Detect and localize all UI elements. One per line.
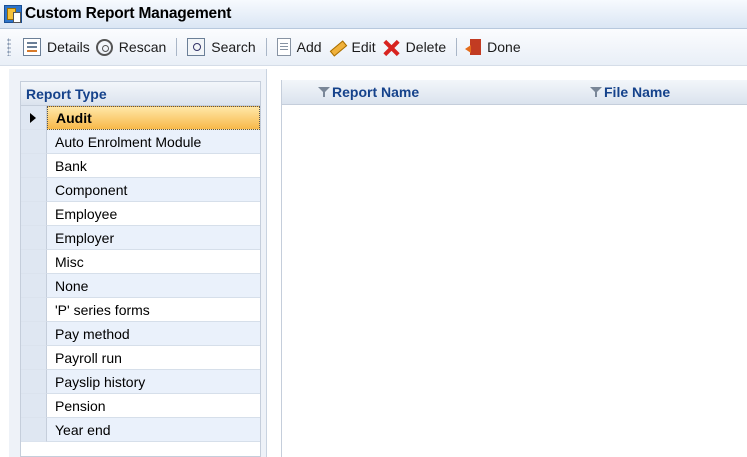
- column-report-name[interactable]: Report Name: [318, 80, 419, 104]
- row-selector[interactable]: [21, 202, 47, 226]
- report-type-label: Audit: [47, 106, 260, 130]
- delete-button[interactable]: Delete: [379, 34, 449, 60]
- report-type-row[interactable]: Bank: [21, 154, 260, 178]
- report-type-row[interactable]: Auto Enrolment Module: [21, 130, 260, 154]
- row-selector[interactable]: [21, 274, 47, 298]
- column-file-name-label: File Name: [604, 84, 671, 100]
- toolbar-separator: [265, 38, 267, 56]
- column-report-name-label: Report Name: [332, 84, 420, 100]
- report-type-row[interactable]: Pension: [21, 394, 260, 418]
- done-label: Done: [487, 39, 521, 55]
- search-icon: [187, 38, 206, 56]
- report-type-label: Component: [47, 178, 260, 202]
- toolbar-separator: [456, 38, 458, 56]
- toolbar: Details Rescan Search Add Edit Delete Do…: [0, 29, 747, 66]
- row-selector[interactable]: [21, 226, 47, 250]
- report-type-label: Employee: [47, 202, 260, 226]
- report-type-row[interactable]: Misc: [21, 250, 260, 274]
- row-selector[interactable]: [21, 298, 47, 322]
- toolbar-grip[interactable]: [7, 38, 11, 56]
- report-type-rows: Audit Auto Enrolment Module Bank Component E…: [21, 106, 260, 442]
- add-label: Add: [296, 39, 322, 55]
- delete-label: Delete: [405, 39, 447, 55]
- report-type-grid[interactable]: Report Type Audit Auto Enrolment Module Ba…: [20, 81, 261, 457]
- column-file-name[interactable]: File Name: [590, 80, 670, 104]
- report-type-label: Year end: [47, 418, 260, 442]
- report-type-label: Auto Enrolment Module: [47, 130, 260, 154]
- report-type-row[interactable]: Year end: [21, 418, 260, 442]
- report-type-label: Misc: [47, 250, 260, 274]
- exit-door-icon: [465, 39, 482, 55]
- row-selector[interactable]: [21, 394, 47, 418]
- report-type-label: Pension: [47, 394, 260, 418]
- report-type-row[interactable]: Payslip history: [21, 370, 260, 394]
- add-button[interactable]: Add: [274, 34, 325, 60]
- edit-button[interactable]: Edit: [325, 34, 379, 60]
- report-type-label: Payroll run: [47, 346, 260, 370]
- report-type-row[interactable]: Employee: [21, 202, 260, 226]
- delete-icon: [382, 38, 400, 56]
- row-selector[interactable]: [21, 250, 47, 274]
- report-type-row[interactable]: Pay method: [21, 322, 260, 346]
- app-icon: [4, 5, 22, 23]
- row-selector[interactable]: [21, 346, 47, 370]
- row-selector[interactable]: [21, 106, 47, 130]
- window-title: Custom Report Management: [25, 5, 232, 22]
- report-type-row[interactable]: Payroll run: [21, 346, 260, 370]
- toolbar-separator: [176, 38, 178, 56]
- rescan-icon: [95, 38, 113, 56]
- report-type-label: Pay method: [47, 322, 260, 346]
- report-type-label: None: [47, 274, 260, 298]
- report-type-row[interactable]: Employer: [21, 226, 260, 250]
- report-type-row[interactable]: Component: [21, 178, 260, 202]
- report-type-header[interactable]: Report Type: [21, 82, 260, 106]
- row-selector[interactable]: [21, 178, 47, 202]
- reports-grid-header: Report Name File Name: [282, 80, 747, 105]
- report-type-row[interactable]: 'P' series forms: [21, 298, 260, 322]
- filter-icon[interactable]: [318, 87, 330, 97]
- filter-icon[interactable]: [590, 87, 602, 97]
- report-type-row[interactable]: Audit: [21, 106, 260, 130]
- row-selector[interactable]: [21, 130, 47, 154]
- row-selector[interactable]: [21, 322, 47, 346]
- report-type-panel: Report Type Audit Auto Enrolment Module Ba…: [9, 69, 267, 457]
- rescan-label: Rescan: [118, 39, 167, 55]
- search-label: Search: [211, 39, 256, 55]
- report-type-label: Employer: [47, 226, 260, 250]
- report-type-label: Bank: [47, 154, 260, 178]
- report-type-label: Payslip history: [47, 370, 260, 394]
- details-label: Details: [47, 39, 90, 55]
- row-selector[interactable]: [21, 154, 47, 178]
- add-icon: [276, 38, 291, 56]
- reports-grid[interactable]: Report Name File Name: [281, 80, 747, 457]
- row-selector[interactable]: [21, 370, 47, 394]
- rescan-button[interactable]: Rescan: [93, 34, 169, 60]
- title-bar: Custom Report Management: [0, 0, 747, 29]
- report-type-label: 'P' series forms: [47, 298, 260, 322]
- search-button[interactable]: Search: [184, 34, 258, 60]
- edit-label: Edit: [351, 39, 376, 55]
- details-icon: [23, 38, 41, 56]
- report-type-row[interactable]: None: [21, 274, 260, 298]
- row-selector[interactable]: [21, 418, 47, 442]
- done-button[interactable]: Done: [464, 34, 523, 60]
- details-button[interactable]: Details: [20, 34, 93, 60]
- edit-icon: [328, 38, 346, 56]
- current-row-arrow-icon: [30, 113, 36, 123]
